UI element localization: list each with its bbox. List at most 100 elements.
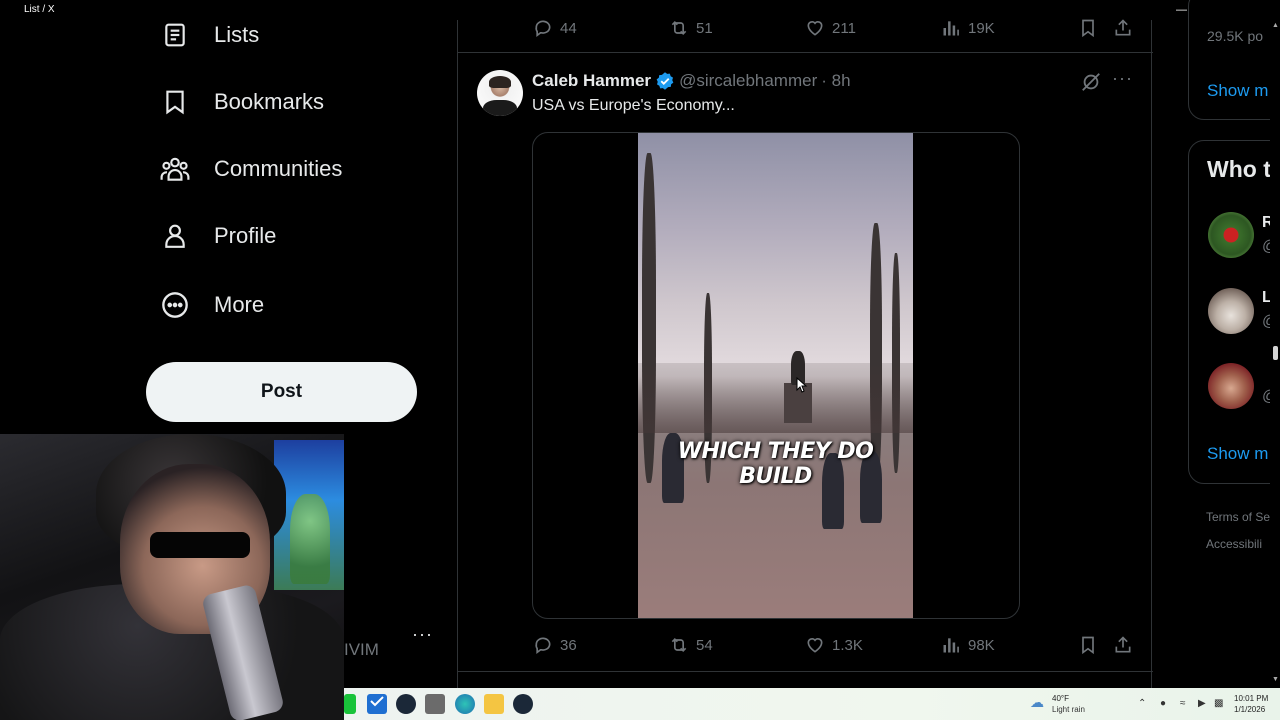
author-name[interactable]: Caleb Hammer <box>532 71 651 91</box>
clock-time[interactable]: 10:01 PM <box>1234 694 1268 703</box>
nav-item-communities[interactable]: Communities <box>158 147 342 191</box>
share-button[interactable] <box>1112 17 1140 39</box>
reply-icon <box>532 17 554 39</box>
minimize-icon[interactable]: — <box>1176 3 1187 17</box>
reply-count: 44 <box>560 19 577 37</box>
more-circle-icon <box>158 288 192 322</box>
show-more-link[interactable]: Show m <box>1207 444 1268 464</box>
tray-chevron-up-icon[interactable]: ⌃ <box>1138 698 1146 709</box>
nav-label-communities: Communities <box>214 156 343 181</box>
tweet-text: USA vs Europe's Economy... <box>532 97 735 114</box>
nav-label-lists: Lists <box>214 22 260 47</box>
calculator-icon[interactable] <box>425 694 445 714</box>
repost-icon <box>668 17 690 39</box>
author-handle[interactable]: @sircalebhammer <box>679 71 817 91</box>
twitter-app-icon[interactable] <box>367 694 387 714</box>
nav-item-lists[interactable]: Lists <box>158 13 259 57</box>
account-more-icon[interactable]: ··· <box>412 624 433 645</box>
like-button[interactable]: 211 <box>804 17 856 39</box>
account-name-partial[interactable]: IVIM <box>344 640 379 660</box>
footer-link-accessibility[interactable]: Accessibili <box>1206 537 1262 551</box>
bookmark-button[interactable] <box>1077 634 1105 656</box>
nav-item-profile[interactable]: Profile <box>158 214 276 258</box>
views-count: 98K <box>968 636 995 654</box>
list-icon <box>158 18 192 52</box>
views-button[interactable]: 98K <box>940 634 995 656</box>
share-icon <box>1112 17 1134 39</box>
nav-label-more: More <box>214 292 265 317</box>
clock-date[interactable]: 1/1/2026 <box>1234 705 1265 714</box>
file-explorer-icon[interactable] <box>484 694 504 714</box>
repost-icon <box>668 634 690 656</box>
scroll-up-icon[interactable]: ▲ <box>1272 22 1279 29</box>
weather-temperature[interactable]: 40°F <box>1052 694 1069 703</box>
tweet-header: Caleb Hammer @sircalebhammer · 8h <box>532 70 851 92</box>
post-button[interactable]: Post <box>146 362 417 422</box>
trends-card <box>1188 0 1280 120</box>
avatar[interactable] <box>1208 288 1254 334</box>
microphone-icon[interactable]: ● <box>1160 698 1166 709</box>
reply-icon <box>532 634 554 656</box>
video-player[interactable]: WHICH THEY DO BUILD <box>638 133 913 618</box>
tweet-divider <box>458 671 1153 672</box>
battery-icon[interactable]: ▩ <box>1214 698 1223 709</box>
like-icon <box>804 17 826 39</box>
scrollbar-thumb[interactable] <box>1273 346 1278 360</box>
avatar[interactable] <box>1208 363 1254 409</box>
tweet-more-icon[interactable]: ··· <box>1112 68 1133 89</box>
repost-button[interactable]: 54 <box>668 634 713 656</box>
steam-icon[interactable] <box>396 694 416 714</box>
prev-tweet-actions: 44 51 211 19K <box>532 17 1132 41</box>
steam-icon[interactable] <box>513 694 533 714</box>
mouse-cursor-icon <box>796 377 808 393</box>
verified-badge-icon <box>655 71 675 91</box>
like-count: 211 <box>832 19 856 37</box>
nav-item-bookmarks[interactable]: Bookmarks <box>158 80 324 124</box>
views-icon <box>940 634 962 656</box>
tweet-time[interactable]: · 8h <box>821 71 850 91</box>
views-count: 19K <box>968 19 995 37</box>
sunglasses-shape <box>150 532 250 558</box>
grok-icon[interactable] <box>1080 71 1102 93</box>
communities-icon <box>158 152 192 186</box>
scroll-down-icon[interactable]: ▼ <box>1272 676 1279 683</box>
nav-label-profile: Profile <box>214 223 277 248</box>
reply-count: 36 <box>560 636 577 654</box>
browser-icon[interactable] <box>455 694 475 714</box>
weather-icon[interactable]: ☁ <box>1030 694 1044 711</box>
reply-button[interactable]: 36 <box>532 634 577 656</box>
trend-post-count: 29.5K po <box>1207 28 1264 44</box>
tree-shape <box>642 153 656 483</box>
reply-button[interactable]: 44 <box>532 17 577 39</box>
like-button[interactable]: 1.3K <box>804 634 863 656</box>
avatar[interactable] <box>1208 212 1254 258</box>
nav-item-more[interactable]: More <box>158 283 264 327</box>
tweet-actions: 36 54 1.3K 98K <box>532 634 1132 658</box>
tree-line-shape <box>638 363 913 433</box>
share-button[interactable] <box>1112 634 1140 656</box>
window-title: List / X <box>24 4 55 15</box>
avatar[interactable] <box>477 70 523 116</box>
bookmark-button[interactable] <box>1077 17 1105 39</box>
tweet-media[interactable]: WHICH THEY DO BUILD <box>532 132 1020 619</box>
who-to-follow-heading: Who t <box>1207 156 1271 182</box>
avatar-hair-shape <box>489 76 511 88</box>
webcam-overlay <box>0 434 344 720</box>
footer-link-terms[interactable]: Terms of Se <box>1206 510 1270 524</box>
bookmark-icon <box>1077 634 1099 656</box>
avatar-body-shape <box>483 100 517 116</box>
repost-count: 54 <box>696 636 713 654</box>
wifi-icon[interactable]: ≈ <box>1180 698 1186 709</box>
volume-icon[interactable]: ▶ <box>1198 698 1206 709</box>
repost-button[interactable]: 51 <box>668 17 713 39</box>
profile-icon <box>158 219 192 253</box>
app-icon-partial[interactable] <box>344 694 356 714</box>
show-more-link[interactable]: Show m <box>1207 81 1268 101</box>
timeline-feed: 44 51 211 19K Caleb Hammer @sircalebhamm… <box>457 17 1153 688</box>
repost-count: 51 <box>696 19 713 37</box>
aquarium-plant-shape <box>290 494 330 584</box>
nav-label-bookmarks: Bookmarks <box>214 89 325 114</box>
weather-description[interactable]: Light rain <box>1052 705 1085 714</box>
views-button[interactable]: 19K <box>940 17 995 39</box>
page-scrollbar[interactable]: ▲ ▼ <box>1270 20 1280 688</box>
